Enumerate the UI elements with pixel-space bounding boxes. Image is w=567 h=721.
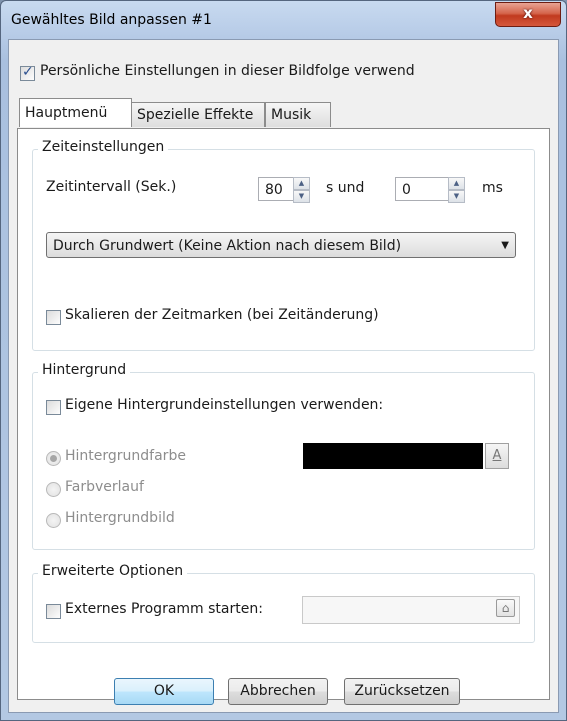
seconds-spinner[interactable]: ▲ ▼: [293, 177, 310, 203]
radio-background-color-label[interactable]: Hintergrundfarbe: [65, 448, 186, 464]
folder-open-icon[interactable]: ⌂: [496, 599, 515, 617]
spin-down-icon[interactable]: ▼: [448, 190, 465, 203]
window-title: Gewähltes Bild anpassen #1: [11, 12, 212, 28]
external-program-label[interactable]: Externes Programm starten:: [65, 601, 263, 617]
own-background-checkbox[interactable]: [46, 400, 61, 415]
tab-panel-hauptmenue: Zeiteinstellungen Zeitintervall (Sek.) 8…: [17, 128, 550, 700]
spin-up-icon[interactable]: ▲: [448, 177, 465, 190]
ms-value: 0: [402, 182, 411, 198]
color-picker-button[interactable]: A: [485, 443, 509, 469]
tab-label: Hauptmenü: [25, 105, 108, 121]
and-label: s und: [326, 180, 365, 196]
external-program-checkbox[interactable]: [46, 604, 61, 619]
cancel-button-label: Abbrechen: [240, 683, 316, 699]
dialog-window: Gewähltes Bild anpassen #1 x Persönliche…: [0, 0, 567, 721]
color-picker-icon: A: [492, 448, 502, 463]
spin-up-icon[interactable]: ▲: [293, 177, 310, 190]
close-icon: x: [523, 4, 533, 22]
ok-button-label: OK: [153, 683, 175, 699]
ms-spinner[interactable]: ▲ ▼: [448, 177, 465, 203]
title-bar[interactable]: Gewähltes Bild anpassen #1 x: [1, 1, 566, 39]
scale-timemarks-checkbox[interactable]: [46, 310, 61, 325]
interval-label: Zeitintervall (Sek.): [46, 179, 177, 195]
tab-musik[interactable]: Musik: [265, 102, 331, 127]
group-title-advanced: Erweiterte Optionen: [38, 563, 188, 579]
tab-label: Musik: [271, 107, 312, 123]
reset-button-label: Zurücksetzen: [354, 683, 450, 699]
action-select-value: Durch Grundwert (Keine Aktion nach diese…: [53, 238, 402, 254]
personal-settings-label[interactable]: Persönliche Einstellungen in dieser Bild…: [40, 63, 415, 79]
tab-label: Spezielle Effekte: [137, 107, 254, 123]
action-select[interactable]: Durch Grundwert (Keine Aktion nach diese…: [46, 232, 516, 258]
group-title-background: Hintergrund: [38, 362, 131, 378]
ok-button[interactable]: OK: [114, 678, 214, 705]
tab-spezielle-effekte[interactable]: Spezielle Effekte: [131, 102, 265, 127]
personal-settings-checkbox[interactable]: [20, 64, 35, 81]
scale-timemarks-label[interactable]: Skalieren der Zeitmarken (bei Zeitänderu…: [65, 307, 379, 323]
tab-hauptmenue[interactable]: Hauptmenü: [19, 98, 132, 127]
background-color-swatch[interactable]: [303, 443, 483, 469]
spin-down-icon[interactable]: ▼: [293, 190, 310, 203]
radio-background-image-label[interactable]: Hintergrundbild: [65, 510, 175, 526]
radio-gradient-label[interactable]: Farbverlauf: [65, 479, 144, 495]
dialog-client-area: Persönliche Einstellungen in dieser Bild…: [8, 39, 559, 713]
ms-label: ms: [482, 180, 503, 196]
reset-button[interactable]: Zurücksetzen: [344, 678, 460, 705]
radio-gradient[interactable]: [46, 482, 61, 497]
seconds-value: 80: [265, 182, 283, 198]
radio-background-color[interactable]: [46, 451, 61, 466]
cancel-button[interactable]: Abbrechen: [228, 678, 328, 705]
group-title-time-settings: Zeiteinstellungen: [38, 139, 169, 155]
radio-background-image[interactable]: [46, 513, 61, 528]
dropdown-arrow-icon: ▼: [501, 240, 509, 251]
own-background-label[interactable]: Eigene Hintergrundeinstellungen verwende…: [65, 397, 383, 413]
program-path-field[interactable]: ⌂: [302, 596, 520, 624]
close-button[interactable]: x: [495, 2, 561, 27]
